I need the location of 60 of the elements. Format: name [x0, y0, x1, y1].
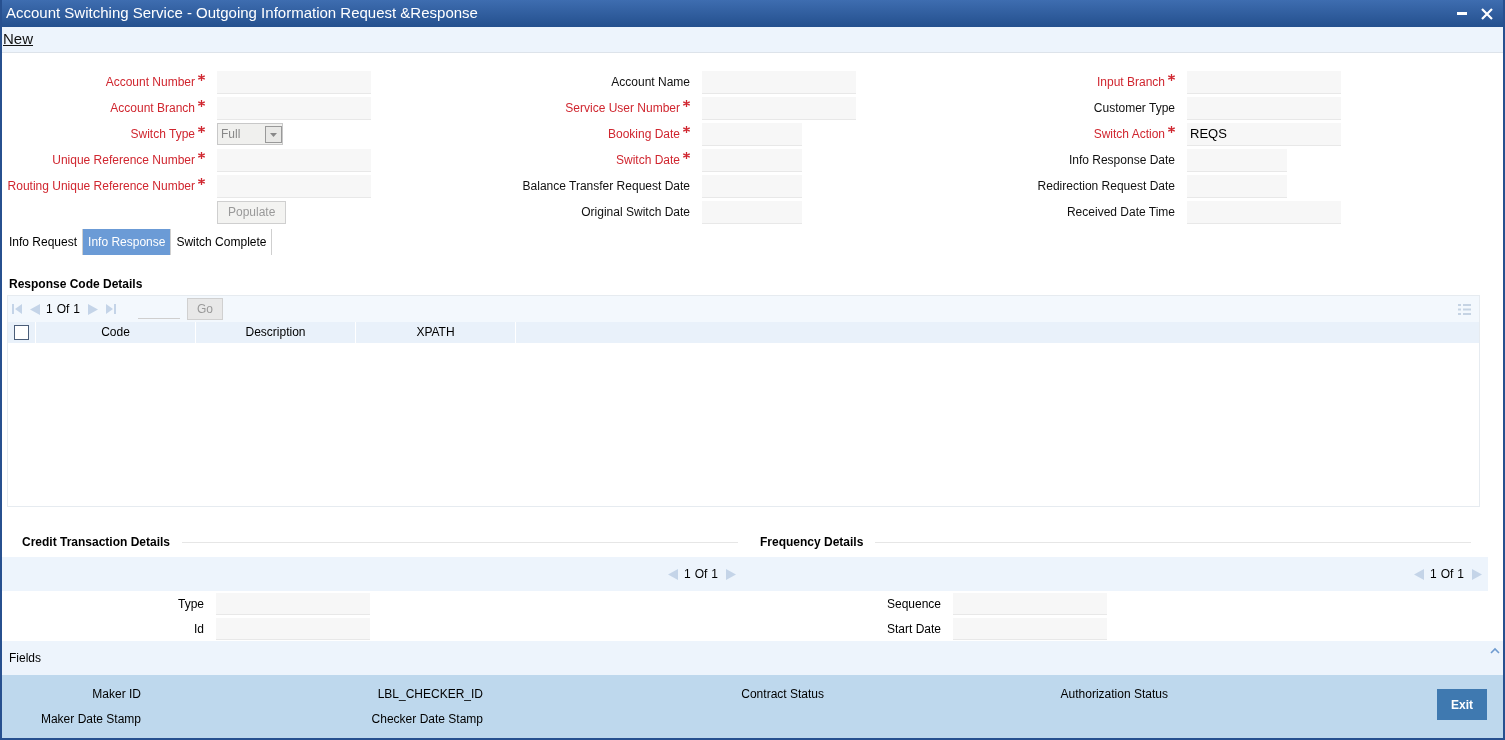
column-header[interactable]: Description — [196, 322, 356, 343]
field-label: Account Branch — [110, 100, 195, 117]
field-label: Account Name — [611, 74, 690, 91]
next-page-icon[interactable] — [1472, 568, 1482, 580]
field-label: Original Switch Date — [581, 204, 690, 221]
minimize-icon[interactable] — [1457, 12, 1467, 15]
page-number: 1 — [683, 566, 691, 583]
page-number: 1 — [1429, 566, 1437, 583]
column-header[interactable]: XPATH — [356, 322, 516, 343]
exit-button[interactable]: Exit — [1437, 689, 1487, 720]
field-label: Redirection Request Date — [1037, 178, 1175, 195]
page-total: 1 — [1457, 566, 1464, 583]
field-label: Type — [178, 595, 204, 613]
field-label: Sequence — [886, 595, 941, 613]
page-of-label: Of — [694, 566, 708, 583]
new-link[interactable]: New — [3, 28, 33, 51]
field-label: Received Date Time — [1066, 204, 1175, 221]
field-label: Routing Unique Reference Number — [7, 178, 195, 195]
checkbox[interactable] — [14, 325, 29, 340]
page-of-label: Of — [1440, 566, 1454, 583]
section-title: Credit Transaction Details — [22, 534, 171, 551]
field-label: Input Branch — [1096, 74, 1165, 91]
fields-label: Fields — [9, 650, 41, 667]
input-field[interactable]: REQS — [1187, 122, 1341, 146]
window-title: Account Switching Service - Outgoing Information Request &Response — [6, 3, 479, 24]
audit-label: Contract Status — [741, 686, 824, 703]
field-label: Switch Date — [615, 152, 680, 169]
first-page-icon[interactable] — [12, 304, 22, 314]
previous-page-icon[interactable] — [667, 568, 678, 580]
field-label: Booking Date — [607, 126, 680, 143]
field-label: Balance Transfer Request Date — [522, 178, 690, 195]
page-of-label: Of — [56, 301, 70, 318]
previous-page-icon[interactable] — [1413, 568, 1424, 580]
page-total: 1 — [73, 301, 81, 318]
field-label: Id — [194, 620, 204, 638]
field-label: Account Number — [105, 74, 195, 91]
field-label: Info Response Date — [1068, 152, 1175, 169]
section-title: Frequency Details — [760, 534, 864, 551]
next-page-icon[interactable] — [726, 568, 736, 580]
page-total: 1 — [711, 566, 718, 583]
field-label: Switch Type — [130, 126, 195, 143]
audit-label: Maker Date Stamp — [40, 711, 141, 728]
audit-label: Checker Date Stamp — [371, 711, 483, 728]
last-page-icon[interactable] — [106, 304, 117, 314]
audit-label: LBL_CHECKER_ID — [377, 686, 483, 703]
previous-page-icon[interactable] — [30, 303, 40, 315]
field-label: Service User Number — [565, 100, 680, 117]
page-number: 1 — [46, 301, 53, 318]
field-label: Unique Reference Number — [52, 152, 195, 169]
field-label: Start Date — [886, 620, 941, 638]
audit-label: Maker ID — [92, 686, 141, 703]
field-label: Switch Action — [1093, 126, 1165, 143]
close-icon[interactable] — [1481, 7, 1493, 20]
collapse-icon[interactable] — [1490, 647, 1500, 654]
columns-icon[interactable] — [1458, 304, 1471, 315]
column-header[interactable]: Code — [36, 322, 196, 343]
field-label: Customer Type — [1093, 100, 1175, 117]
audit-label: Authorization Status — [1060, 686, 1168, 703]
next-page-icon[interactable] — [88, 303, 99, 315]
section-title: Response Code Details — [8, 276, 144, 293]
